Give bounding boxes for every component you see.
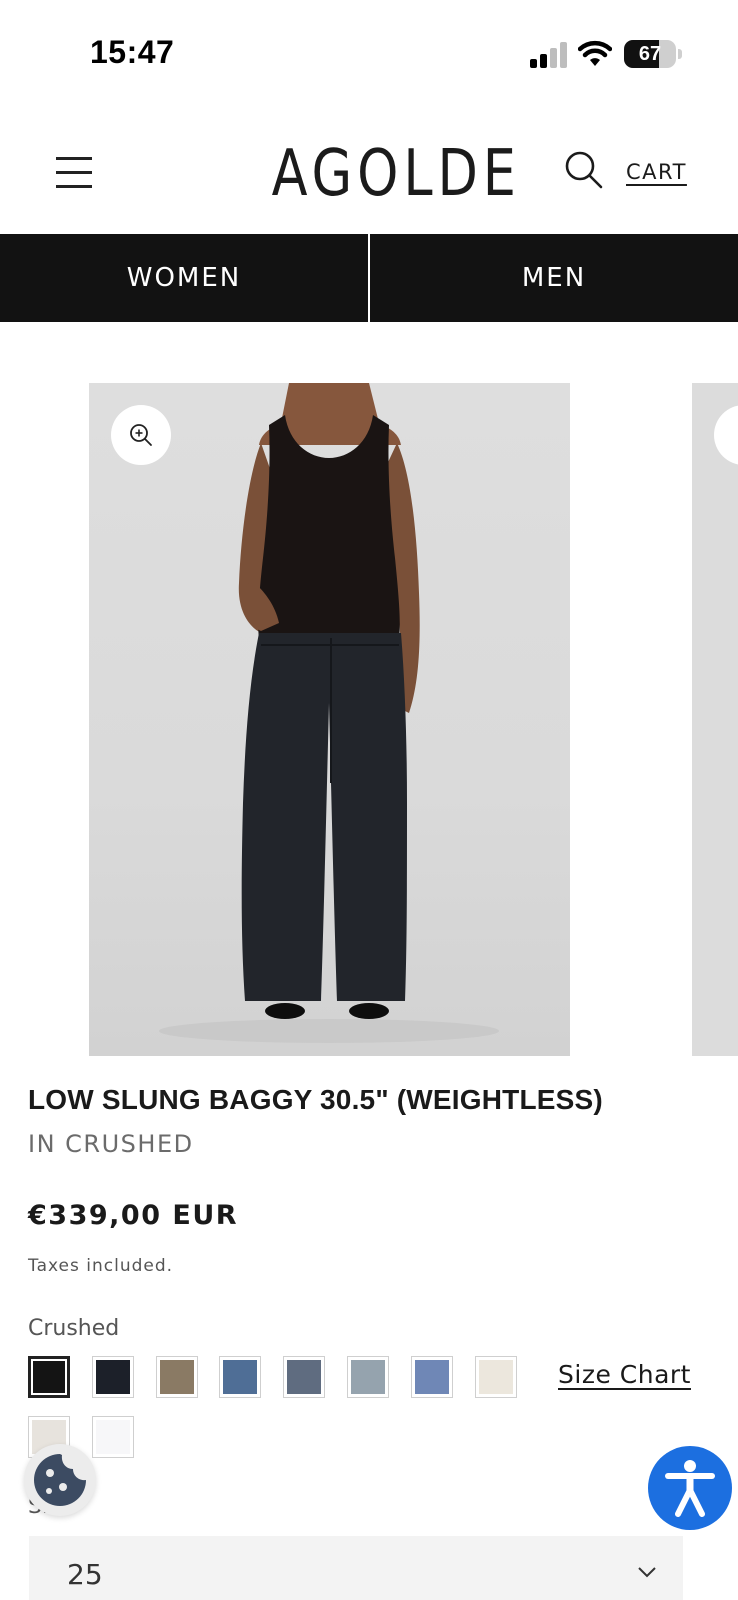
model-photo	[159, 383, 499, 1043]
gender-nav: WOMEN MEN	[0, 234, 738, 322]
color-swatch[interactable]	[347, 1356, 389, 1398]
next-product-image[interactable]	[692, 383, 738, 1056]
zoom-button-next[interactable]	[714, 405, 738, 465]
swatch-color	[351, 1360, 385, 1394]
size-value: 25	[67, 1558, 103, 1591]
accessibility-icon	[665, 1460, 715, 1517]
tab-women[interactable]: WOMEN	[0, 234, 368, 322]
chevron-down-icon	[638, 1567, 656, 1578]
search-icon[interactable]	[564, 150, 604, 190]
tax-note: Taxes included.	[28, 1256, 174, 1276]
status-bar: 15:47 67	[0, 0, 738, 110]
zoom-in-icon	[130, 424, 152, 446]
site-header: AGOLDE CART	[0, 120, 738, 230]
swatch-color	[287, 1360, 322, 1394]
color-swatch[interactable]	[410, 1356, 453, 1398]
swatch-color	[95, 1360, 130, 1394]
product-title: LOW SLUNG BAGGY 30.5" (WEIGHTLESS)	[28, 1084, 603, 1115]
signal-icon	[530, 42, 567, 68]
status-time: 15:47	[90, 34, 175, 70]
zoom-button[interactable]	[111, 405, 171, 465]
battery-percentage: 67	[638, 43, 662, 65]
color-label: Crushed	[28, 1316, 120, 1341]
tab-men[interactable]: MEN	[370, 234, 738, 322]
accessibility-button[interactable]	[648, 1446, 732, 1530]
swatch-color	[414, 1360, 449, 1394]
wifi-icon	[578, 40, 612, 66]
cart-link[interactable]: CART	[626, 160, 687, 184]
swatch-color	[95, 1420, 130, 1454]
color-swatch[interactable]	[219, 1356, 262, 1398]
brand-logo[interactable]: AGOLDE	[272, 138, 516, 210]
swatch-color	[223, 1360, 258, 1394]
color-swatch[interactable]	[155, 1356, 198, 1398]
size-select[interactable]: 25	[29, 1536, 683, 1600]
swatch-color	[159, 1360, 194, 1394]
product-image[interactable]	[89, 383, 570, 1056]
product-colorway: IN CRUSHED	[28, 1130, 194, 1158]
battery-cap	[678, 49, 682, 59]
color-swatch[interactable]	[28, 1356, 70, 1398]
swatch-color	[478, 1360, 513, 1394]
swatch-color	[33, 1361, 65, 1393]
battery-icon: 67	[624, 40, 676, 68]
size-chart-link[interactable]: Size Chart	[558, 1360, 691, 1389]
color-swatch[interactable]	[91, 1416, 134, 1458]
color-swatch[interactable]	[474, 1356, 517, 1398]
color-swatch[interactable]	[91, 1356, 134, 1398]
cookie-icon	[34, 1454, 86, 1506]
menu-button[interactable]	[56, 154, 94, 190]
menu-icon	[56, 157, 92, 160]
product-price: €339,00 EUR	[28, 1200, 239, 1231]
color-swatch[interactable]	[283, 1356, 326, 1398]
cookie-settings-button[interactable]	[24, 1444, 96, 1516]
